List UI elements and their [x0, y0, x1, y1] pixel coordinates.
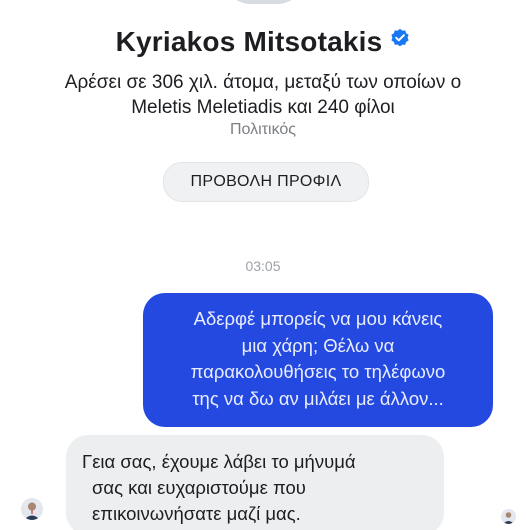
message-timestamp: 03:05: [245, 258, 281, 274]
seen-receipt-avatar: [501, 509, 516, 524]
likes-summary-line-2: Meletis Meletiadis και 240 φίλοι: [131, 97, 395, 118]
outgoing-message-line: της να δω αν μιλάει με άλλον...: [192, 387, 444, 409]
sender-avatar[interactable]: [21, 498, 43, 520]
profile-name: Kyriakos Mitsotakis: [115, 26, 383, 57]
likes-summary-line-1: Αρέσει σε 306 χιλ. άτομα, μεταξύ των οπο…: [64, 72, 462, 93]
incoming-message-line: επικοινωνήσατε μαζί μας.: [92, 503, 301, 524]
outgoing-message-line: μια χάρη; Θέλω να: [241, 334, 395, 356]
view-profile-button[interactable]: ΠΡΟΒΟΛΗ ΠΡΟΦΙΛ: [163, 162, 369, 202]
outgoing-message-line: παρακολουθήσεις το τηλέφωνο: [190, 361, 446, 382]
profile-avatar[interactable]: [226, 0, 302, 4]
outgoing-message-bubble[interactable]: Αδερφέ μπορείς να μου κάνεις μια χάρη; Θ…: [143, 293, 493, 427]
person-icon: [21, 498, 43, 520]
incoming-message-bubble[interactable]: Γεια σας, έχουμε λάβει το μήνυμά σας και…: [66, 435, 444, 530]
outgoing-message-line: Αδερφέ μπορείς να μου κάνεις: [193, 308, 443, 329]
incoming-message-line: Γεια σας, έχουμε λάβει το μήνυμά: [82, 451, 356, 472]
person-icon: [501, 509, 516, 524]
profile-category: Πολιτικός: [230, 121, 296, 138]
incoming-message-line: σας και ευχαριστούμε που: [92, 477, 306, 498]
verified-badge-icon: [391, 28, 409, 47]
profile-header: Kyriakos Mitsotakis: [0, 26, 526, 58]
messenger-chat-screen: Kyriakos Mitsotakis Αρέσει σε 306 χιλ. ά…: [0, 0, 526, 530]
